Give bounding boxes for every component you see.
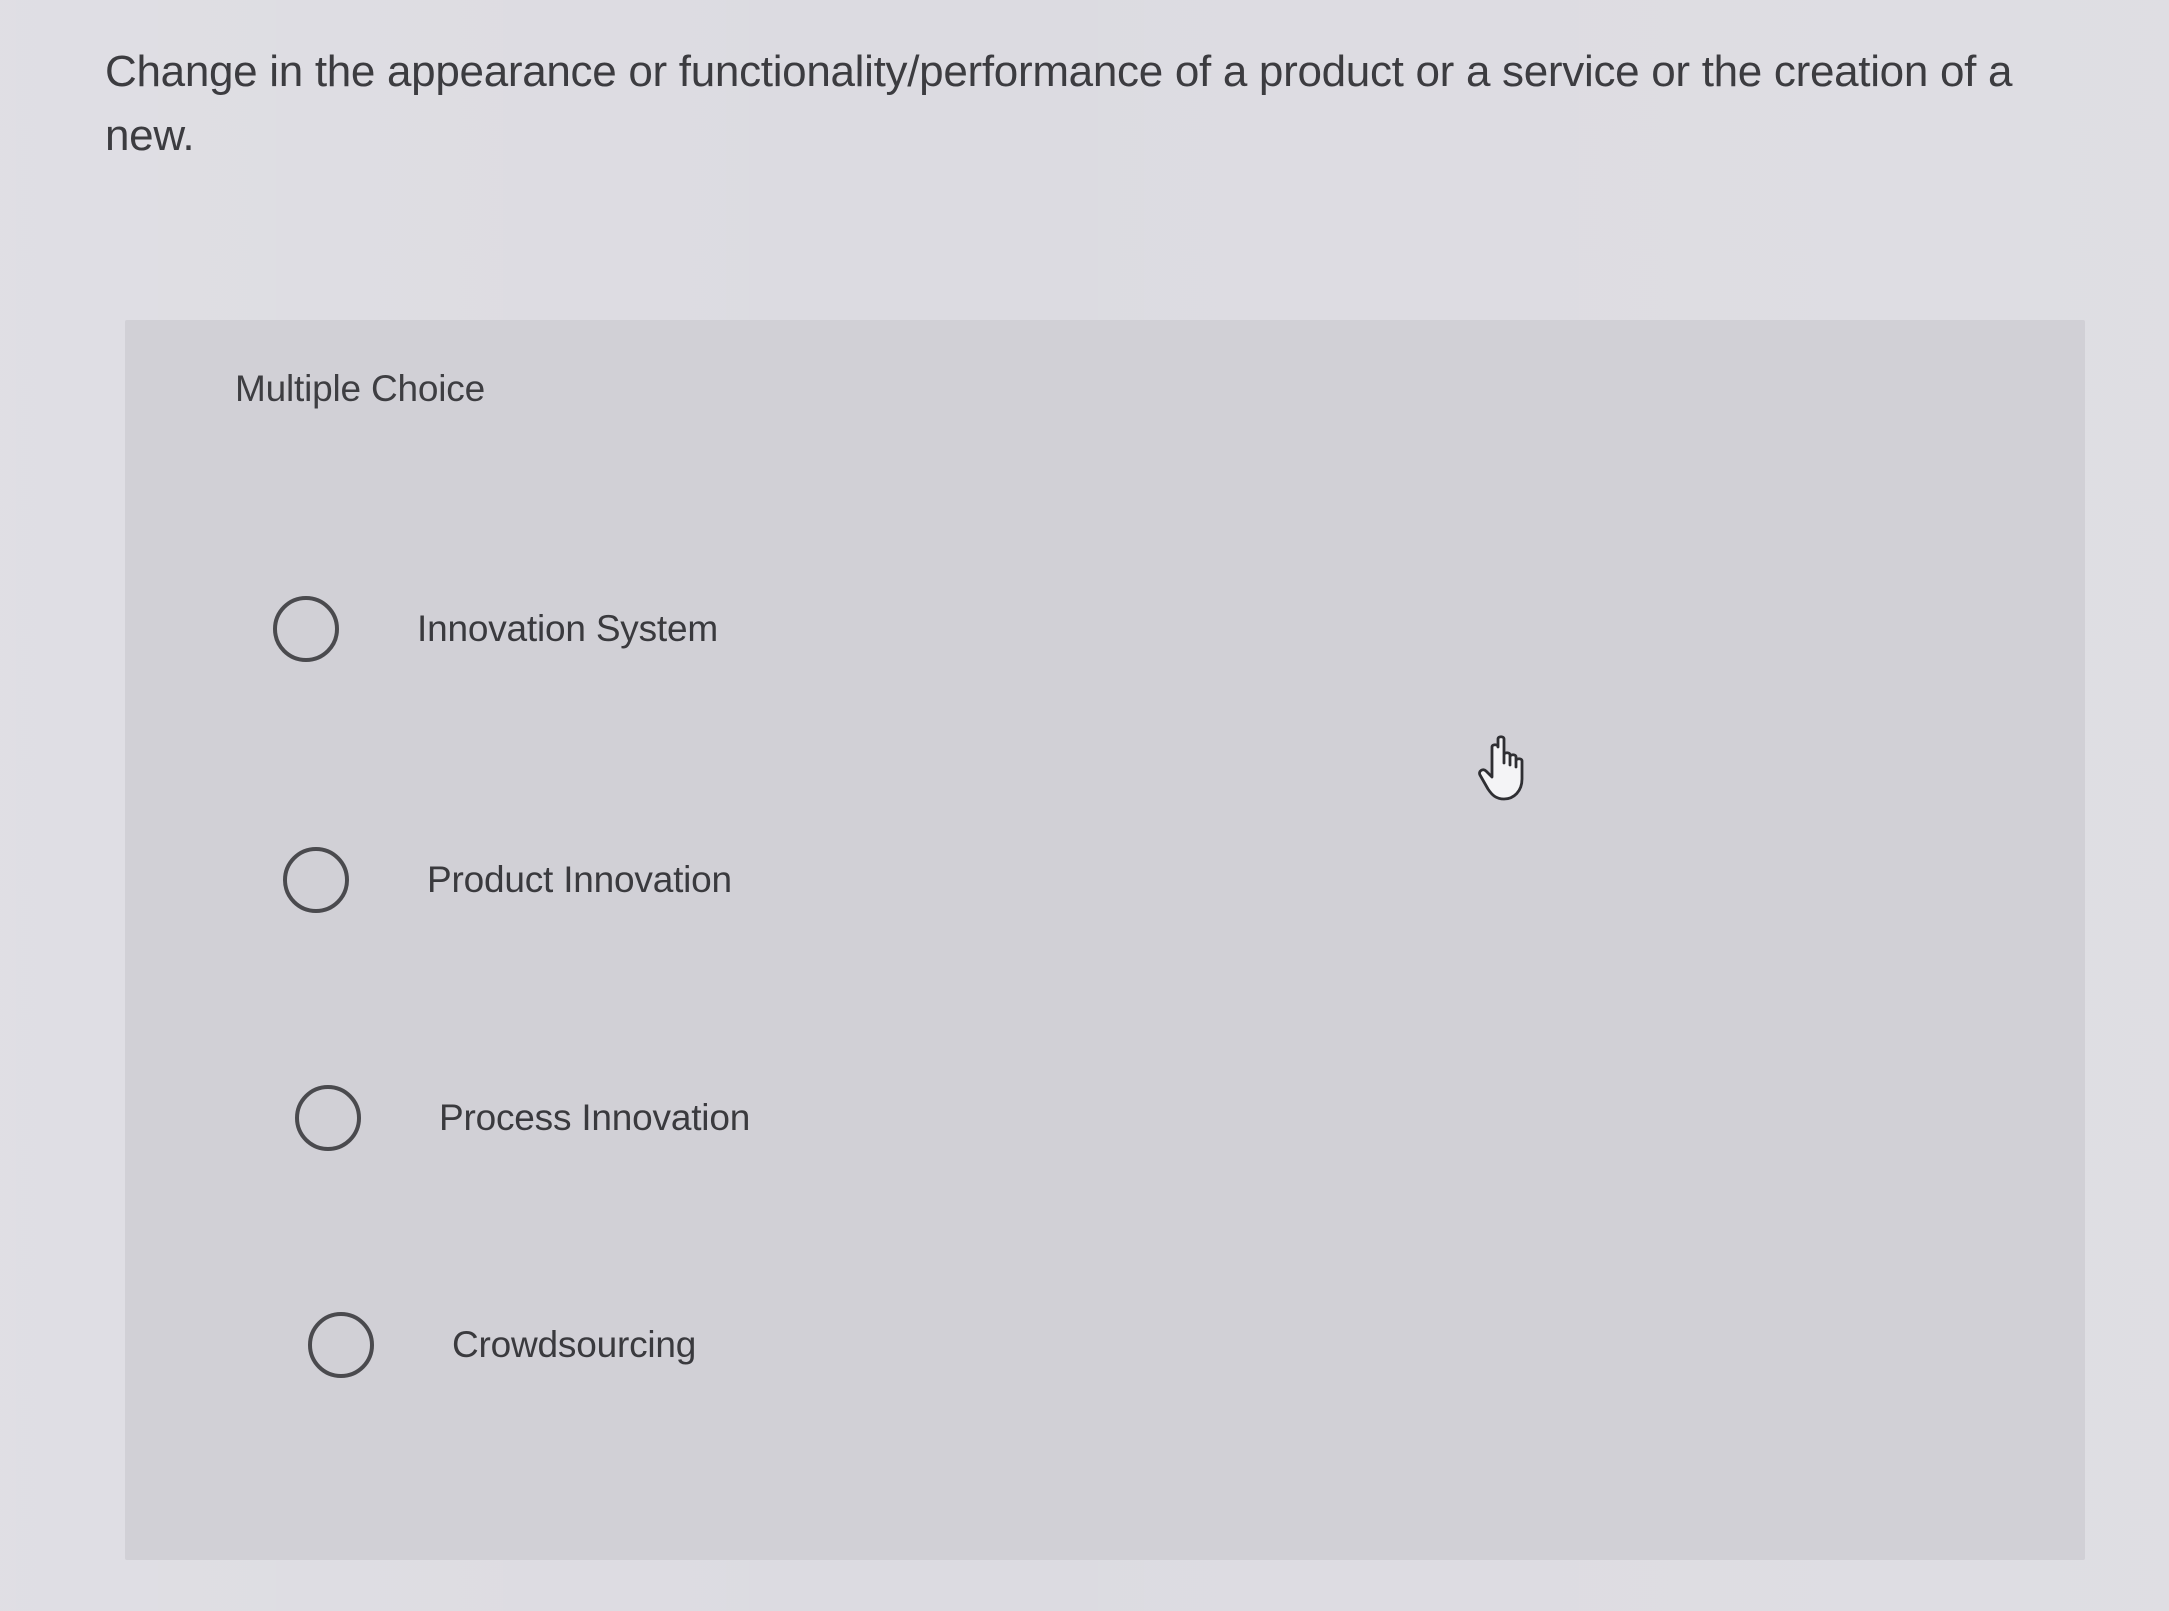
option-label: Process Innovation xyxy=(439,1097,751,1138)
hand-pointer-icon xyxy=(1478,735,1524,801)
radio-button[interactable] xyxy=(308,1312,374,1378)
option-crowdsourcing[interactable]: Crowdsourcing xyxy=(308,1312,696,1378)
option-label: Innovation System xyxy=(417,608,718,649)
quiz-page: Change in the appearance or functionalit… xyxy=(0,0,2169,1611)
multiple-choice-panel: Multiple Choice Innovation System Produc… xyxy=(125,320,2085,1560)
radio-button[interactable] xyxy=(295,1085,361,1151)
question-text: Change in the appearance or functionalit… xyxy=(105,47,2013,160)
option-label: Crowdsourcing xyxy=(452,1324,697,1365)
option-process-innovation[interactable]: Process Innovation xyxy=(295,1085,750,1151)
option-innovation-system[interactable]: Innovation System xyxy=(273,596,718,662)
question-type-label: Multiple Choice xyxy=(235,368,485,409)
option-product-innovation[interactable]: Product Innovation xyxy=(283,847,732,913)
option-label: Product Innovation xyxy=(427,859,732,900)
radio-button[interactable] xyxy=(283,847,349,913)
radio-button[interactable] xyxy=(273,596,339,662)
